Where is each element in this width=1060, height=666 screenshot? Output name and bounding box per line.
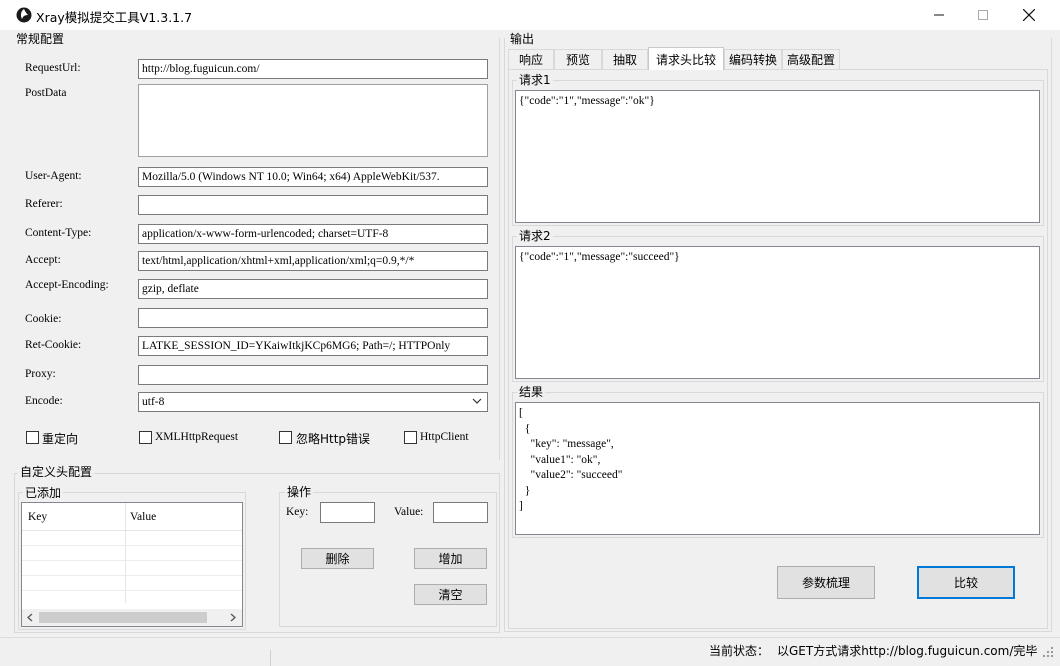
list-header: Key Value (22, 503, 242, 603)
row-divider (22, 590, 242, 591)
httpclient-label: HttpClient (420, 431, 469, 443)
ret-cookie-input[interactable]: LATKE_SESSION_ID=YKaiwItkjKCp6MG6; Path=… (138, 336, 488, 356)
redirect-label: 重定向 (42, 432, 79, 446)
cookie-label: Cookie: (25, 313, 62, 325)
close-button[interactable] (1006, 0, 1052, 30)
column-value[interactable]: Value (130, 511, 156, 523)
ignore-http-error-checkbox[interactable] (279, 431, 292, 444)
status-bar: 当前状态： 以GET方式请求http://blog.fuguicun.com/完… (0, 637, 1060, 666)
accept-label: Accept: (25, 254, 61, 266)
close-icon (1023, 9, 1035, 21)
redirect-checkbox[interactable] (26, 431, 39, 444)
cookie-input[interactable] (138, 308, 488, 328)
row-divider (22, 545, 242, 546)
request2-textarea[interactable]: {"code":"1","message":"succeed"} (515, 246, 1040, 379)
result-textarea[interactable]: [ { "key": "message", "value1": "ok", "v… (515, 402, 1040, 535)
status-divider (270, 650, 271, 666)
headers-list[interactable]: Key Value (21, 502, 243, 627)
ops-title: 操作 (285, 483, 314, 500)
accept-encoding-label: Accept-Encoding: (25, 279, 109, 291)
app-icon (16, 7, 32, 23)
content-type-input[interactable]: application/x-www-form-urlencoded; chars… (138, 224, 488, 244)
column-divider (125, 503, 126, 603)
minimize-icon (934, 14, 944, 16)
row-divider (22, 575, 242, 576)
title-bar: Xray模拟提交工具V1.3.1.7 (0, 0, 1060, 30)
status-text: 以GET方式请求http://blog.fuguicun.com/完毕 (777, 644, 1038, 658)
tab-header-compare[interactable]: 请求头比较 (648, 47, 724, 70)
scroll-right-icon[interactable] (230, 613, 237, 622)
horizontal-scrollbar[interactable] (22, 609, 242, 626)
added-title: 已添加 (23, 484, 64, 501)
value-label: Value: (394, 506, 424, 518)
custom-headers-title: 自定义头配置 (18, 463, 95, 480)
value-input[interactable] (433, 502, 488, 523)
maximize-icon (978, 10, 988, 20)
xmlhttprequest-checkbox[interactable] (139, 431, 152, 444)
user-agent-input[interactable]: Mozilla/5.0 (Windows NT 10.0; Win64; x64… (138, 167, 488, 187)
proxy-label: Proxy: (25, 368, 56, 380)
request2-title: 请求2 (517, 227, 553, 244)
ret-cookie-label: Ret-Cookie: (25, 339, 82, 351)
requesturl-label: RequestUrl: (25, 62, 81, 74)
httpclient-checkbox[interactable] (404, 431, 417, 444)
tab-response[interactable]: 响应 (508, 49, 554, 69)
scroll-left-icon[interactable] (26, 613, 33, 622)
user-agent-label: User-Agent: (25, 170, 82, 182)
request1-title: 请求1 (517, 71, 553, 88)
general-config-title: 常规配置 (14, 30, 67, 47)
content-type-label: Content-Type: (25, 227, 92, 239)
scrollbar-thumb[interactable] (39, 612, 207, 623)
window-title: Xray模拟提交工具V1.3.1.7 (36, 10, 193, 25)
result-title: 结果 (517, 383, 546, 400)
postdata-input[interactable] (138, 84, 488, 157)
status-label: 当前状态： (709, 644, 770, 658)
compare-button[interactable]: 比较 (917, 566, 1015, 599)
key-label: Key: (286, 506, 309, 518)
referer-input[interactable] (138, 195, 488, 215)
row-divider (22, 560, 242, 561)
minimize-button[interactable] (916, 0, 962, 30)
column-key[interactable]: Key (28, 511, 47, 523)
proxy-input[interactable] (138, 365, 488, 385)
postdata-label: PostData (25, 87, 67, 99)
encode-value: utf-8 (142, 396, 165, 408)
tab-extract[interactable]: 抽取 (602, 49, 648, 69)
resize-grip-icon[interactable] (1042, 646, 1054, 658)
clear-button[interactable]: 清空 (414, 584, 487, 605)
encode-select[interactable]: utf-8 (138, 392, 488, 412)
request1-textarea[interactable]: {"code":"1","message":"ok"} (515, 90, 1040, 223)
tab-advanced[interactable]: 高级配置 (782, 49, 840, 69)
encode-label: Encode: (25, 395, 63, 407)
delete-button[interactable]: 删除 (301, 548, 374, 569)
params-button[interactable]: 参数梳理 (777, 566, 875, 599)
output-title: 输出 (508, 30, 537, 47)
maximize-button[interactable] (960, 0, 1006, 30)
key-input[interactable] (320, 502, 375, 523)
accept-input[interactable]: text/html,application/xhtml+xml,applicat… (138, 251, 488, 271)
xmlhttprequest-label: XMLHttpRequest (155, 431, 239, 443)
tab-encode-convert[interactable]: 编码转换 (724, 49, 782, 69)
referer-label: Referer: (25, 198, 63, 210)
accept-encoding-input[interactable]: gzip, deflate (138, 279, 488, 299)
tab-preview[interactable]: 预览 (554, 49, 602, 69)
chevron-down-icon (472, 398, 482, 404)
requesturl-input[interactable]: http://blog.fuguicun.com/ (138, 59, 488, 79)
ignore-http-error-label: 忽略Http错误 (296, 432, 371, 446)
add-button[interactable]: 增加 (414, 548, 487, 569)
